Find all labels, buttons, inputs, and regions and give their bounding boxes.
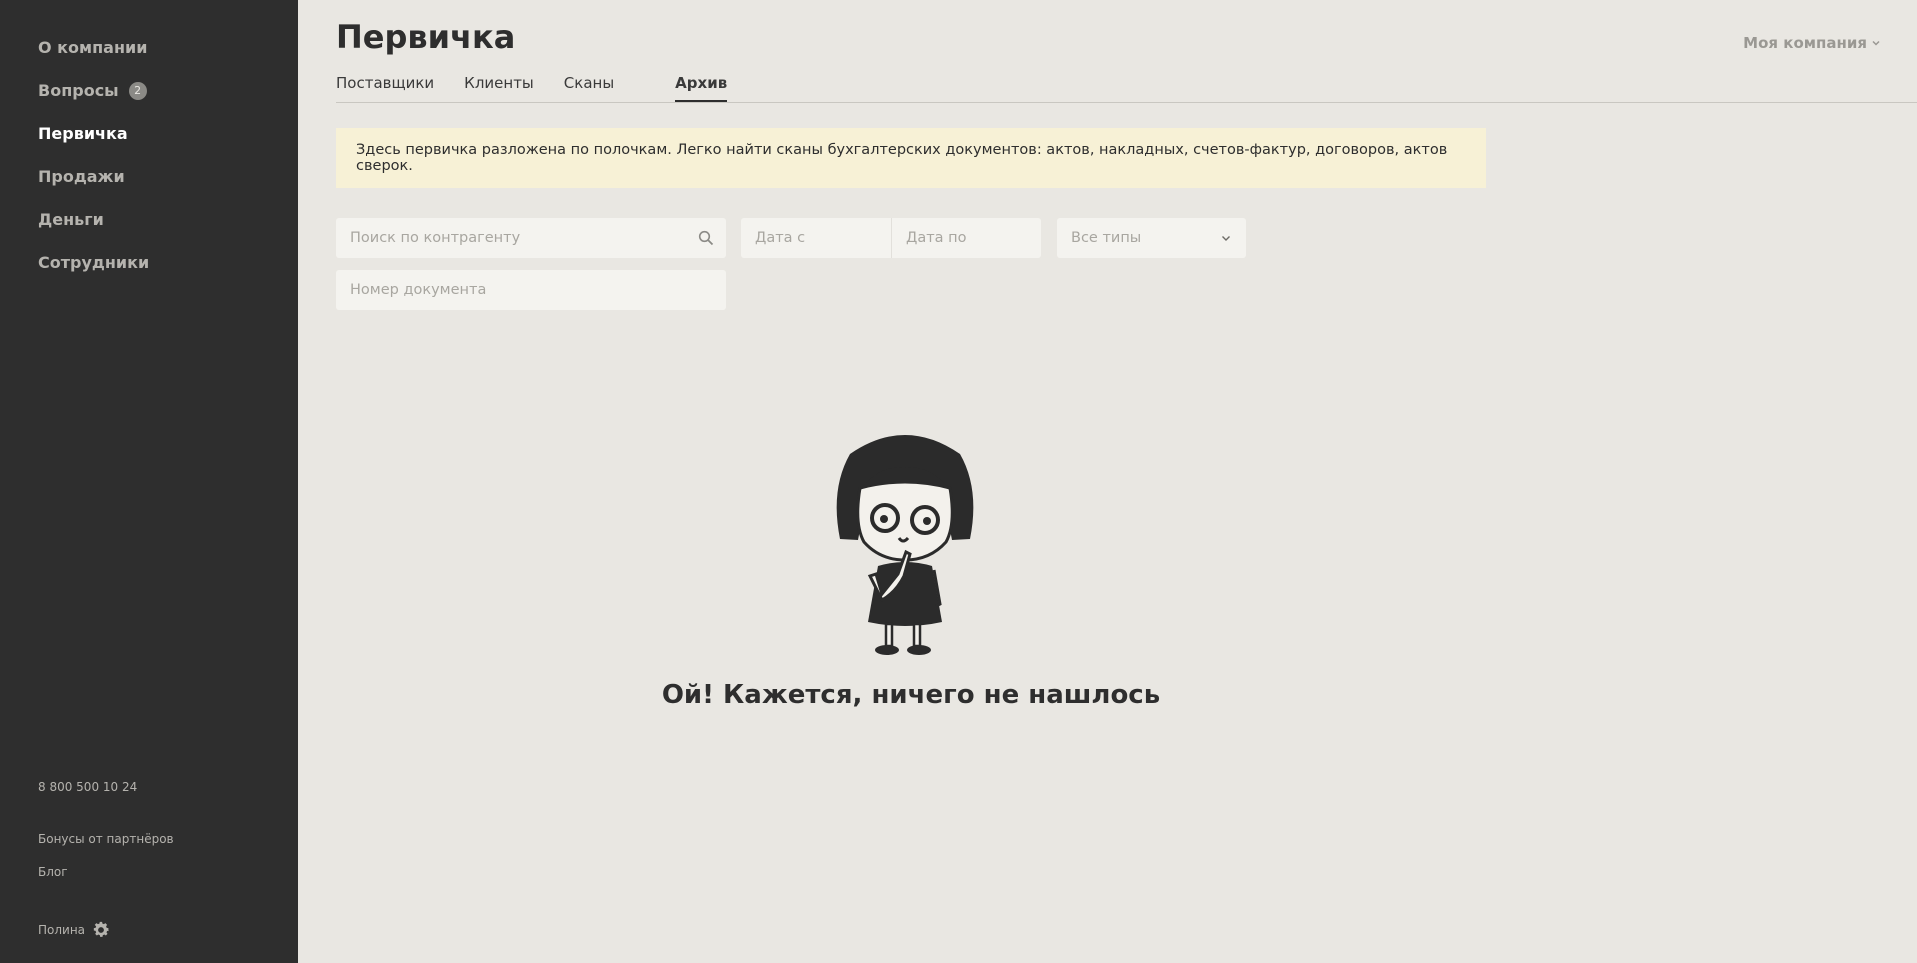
- date-from-input[interactable]: [755, 230, 891, 246]
- blog-link[interactable]: Блог: [38, 865, 68, 879]
- document-type-value: Все типы: [1071, 230, 1142, 246]
- sidebar-item-money[interactable]: Деньги: [38, 198, 149, 241]
- sidebar-nav: О компании Вопросы 2 Первичка Продажи Де…: [38, 26, 149, 284]
- sidebar-item-about[interactable]: О компании: [38, 26, 149, 69]
- sidebar-item-label: Вопросы: [38, 81, 119, 100]
- tab-clients[interactable]: Клиенты: [464, 74, 534, 103]
- questions-count-badge: 2: [128, 81, 147, 100]
- empty-state-girl-illustration: [836, 435, 974, 655]
- search-input[interactable]: [350, 230, 726, 246]
- tab-scans[interactable]: Сканы: [564, 74, 614, 103]
- chevron-down-icon: [1222, 236, 1230, 241]
- tab-archive[interactable]: Архив: [675, 74, 728, 103]
- empty-state-message: Ой! Кажется, ничего не нашлось: [661, 680, 1161, 710]
- sidebar: О компании Вопросы 2 Первичка Продажи Де…: [0, 0, 298, 963]
- sidebar-item-employees[interactable]: Сотрудники: [38, 241, 149, 284]
- sidebar-item-documents[interactable]: Первичка: [38, 112, 149, 155]
- sidebar-item-questions[interactable]: Вопросы 2: [38, 69, 149, 112]
- document-type-select[interactable]: Все типы: [1057, 218, 1246, 258]
- tabs: Поставщики Клиенты Сканы Архив: [336, 74, 728, 103]
- partners-bonus-link[interactable]: Бонусы от партнёров: [38, 832, 174, 846]
- user-name: Полина: [38, 923, 86, 937]
- sidebar-item-sales[interactable]: Продажи: [38, 155, 149, 198]
- document-number-input[interactable]: [350, 282, 726, 298]
- search-icon[interactable]: [698, 230, 714, 246]
- date-to-input[interactable]: [906, 230, 1041, 246]
- info-notice-text: Здесь первичка разложена по полочкам. Ле…: [356, 142, 1448, 174]
- sidebar-item-label: Деньги: [38, 210, 104, 229]
- company-menu-label: Моя компания: [1743, 34, 1867, 52]
- sidebar-item-label: О компании: [38, 38, 148, 57]
- tabs-divider: [336, 102, 1917, 103]
- sidebar-item-label: Первичка: [38, 124, 128, 143]
- company-menu[interactable]: Моя компания: [1743, 34, 1881, 52]
- tab-suppliers[interactable]: Поставщики: [336, 74, 434, 103]
- info-notice: Здесь первичка разложена по полочкам. Ле…: [336, 128, 1486, 188]
- chevron-down-icon: [1872, 40, 1880, 46]
- page-title: Первичка: [336, 18, 516, 56]
- document-number-field: [336, 270, 726, 310]
- gear-icon[interactable]: [91, 920, 111, 940]
- sidebar-item-label: Сотрудники: [38, 253, 150, 272]
- counterparty-search: [336, 218, 726, 258]
- date-from-field: [741, 218, 891, 258]
- user-settings[interactable]: Полина: [38, 920, 111, 940]
- support-phone: 8 800 500 10 24: [38, 780, 138, 794]
- sidebar-item-label: Продажи: [38, 167, 125, 186]
- date-to-field: [891, 218, 1041, 258]
